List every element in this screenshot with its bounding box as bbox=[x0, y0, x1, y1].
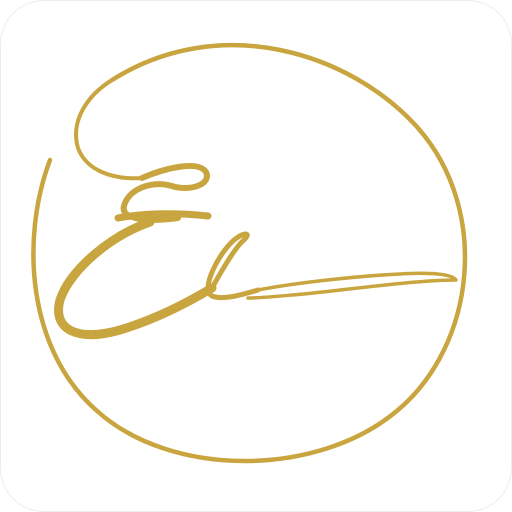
flourish-loop bbox=[74, 78, 144, 181]
flourish-tail bbox=[246, 271, 458, 300]
letter-e-bottom bbox=[54, 217, 217, 340]
app-icon[interactable] bbox=[0, 0, 512, 512]
monogram-logo-icon bbox=[31, 42, 468, 464]
